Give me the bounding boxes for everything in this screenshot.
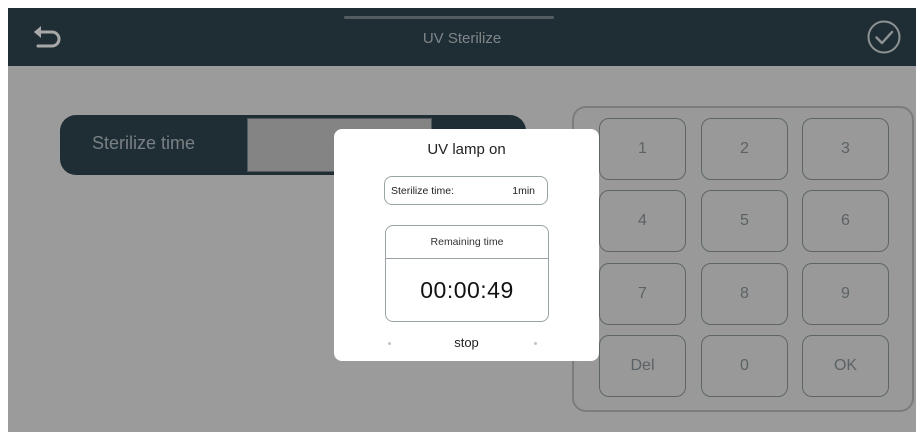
divider — [386, 258, 548, 259]
stop-button[interactable]: stop — [334, 334, 599, 361]
summary-label: Sterilize time: — [391, 185, 455, 197]
app-screen: UV Sterilize Sterilize time 1 2 3 4 5 6 … — [8, 8, 916, 432]
remaining-time-label: Remaining time — [430, 236, 504, 248]
summary-value: 1min — [512, 185, 535, 197]
sterilize-time-summary: Sterilize time: 1min — [384, 176, 548, 205]
uv-lamp-dialog: UV lamp on Sterilize time: 1min Remainin… — [334, 129, 599, 361]
stop-button-edge-right — [534, 342, 537, 345]
remaining-time-panel: Remaining time 00:00:49 — [385, 225, 549, 322]
dialog-title: UV lamp on — [427, 141, 506, 158]
countdown-display: 00:00:49 — [420, 277, 514, 303]
